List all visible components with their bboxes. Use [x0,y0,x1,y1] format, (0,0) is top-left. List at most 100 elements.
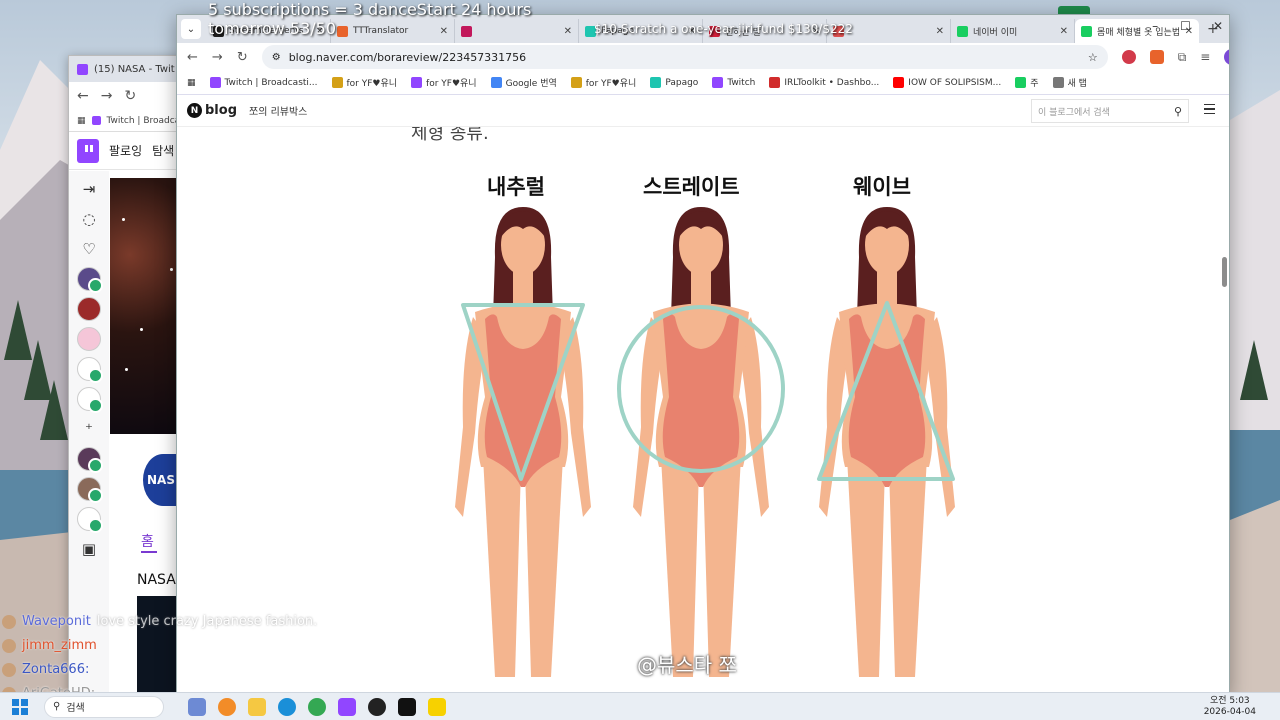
video-camera-icon[interactable]: ▣ [77,537,101,561]
bookmark-label: Twitch | Broadcasti... [224,77,318,88]
profile-avatar[interactable]: Y [1224,49,1229,65]
bookmark-star-icon[interactable]: ☆ [1088,51,1098,64]
tab-close-icon[interactable]: ✕ [1060,26,1068,37]
back-arrow-icon[interactable]: ← [77,88,89,104]
bookmark-item[interactable]: for YF♥유니 [411,76,477,89]
app-icon[interactable] [398,697,416,716]
page-scrollbar[interactable] [1222,257,1227,287]
channel-avatar[interactable] [77,297,101,321]
channel-avatar[interactable] [77,327,101,351]
obs-icon[interactable] [368,697,386,716]
extension-icon[interactable] [1121,50,1136,64]
back-bookmark-label[interactable]: Twitch | Broadca [107,116,181,126]
tab-favicon-icon [957,25,968,37]
system-clock[interactable]: 오전 5:03 2026-04-04 [1204,696,1256,718]
bookmark-label: for YF♥유니 [426,79,477,89]
tab-close-icon[interactable]: ✕ [564,26,572,37]
channel-avatar[interactable] [77,357,103,383]
taskbar: ⚲ 검색 오전 5:03 2026-04-04 [0,692,1280,720]
collapse-sidebar-icon[interactable]: ⇥ [77,177,101,201]
bookmark-item[interactable]: for YF♥유니 [331,76,398,89]
taskbar-search[interactable]: ⚲ 검색 [44,695,164,718]
apps-grid-icon[interactable]: ▦ [187,78,196,88]
bookmark-label: 새 탭 [1067,79,1087,89]
nav-browse[interactable]: 탐색 [152,142,174,159]
clock-date: 2026-04-04 [1203,707,1256,717]
tab-close-icon[interactable]: ✕ [936,26,944,37]
add-friend-icon[interactable]: ⁺ [77,417,101,441]
url-text[interactable]: blog.naver.com/borareview/223457331756 [289,51,527,64]
bookmark-label: Twitch [727,77,756,88]
recommended-icon[interactable]: ◌ [77,207,101,231]
blog-search-input[interactable]: 이 블로그에서 검색 ⚲ [1031,99,1189,123]
tab-search-button[interactable]: ⌄ [181,19,201,39]
twitch-logo-icon[interactable] [77,138,99,163]
bookmark-item[interactable]: Papago [650,77,698,88]
forward-arrow-icon[interactable]: → [212,50,223,65]
media-controls-icon[interactable]: ≡ [1200,50,1210,64]
body-figure-natural [455,207,591,677]
bookmark-item[interactable]: for YF♥유니 [570,76,636,89]
extensions-area: ⧉ ≡ Y ⋮ [1121,49,1229,65]
nav-following[interactable]: 팔로잉 [109,142,142,159]
image-watermark: @뷰스타 쪼 [637,653,737,677]
twitch-bookmark-icon [91,116,101,125]
channel-avatar[interactable] [77,477,103,503]
bookmark-favicon-icon [769,77,781,88]
channel-avatar[interactable] [77,267,103,293]
main-browser-window[interactable]: ⌄ StreamElements ✕ TTTranslator ✕ ✕ Papago ✕ 전하… [176,14,1230,696]
chrome-icon[interactable] [308,697,326,716]
kakaotalk-icon[interactable] [428,697,446,716]
chat-username: jimm_zimm [22,638,97,653]
bookmark-item[interactable]: 주 [1015,76,1039,89]
apps-grid-icon[interactable]: ▦ [77,116,86,126]
cut-off-text: 체형 종류. [411,127,489,144]
back-arrow-icon[interactable]: ← [187,50,198,65]
reload-icon[interactable]: ↻ [124,88,136,104]
channel-avatar[interactable] [77,447,103,473]
subscription-text: 5 subscriptions = 3 danceStart 24 hours [208,0,532,19]
search-icon[interactable]: ⚲ [1174,105,1182,118]
bookmark-item[interactable]: Twitch [712,77,755,88]
address-bar[interactable]: ⚙ blog.naver.com/borareview/223457331756… [261,45,1108,69]
maximize-icon[interactable]: ☐ [1180,19,1191,33]
tab[interactable]: 네이버 이미 ✕ [951,19,1075,43]
bookmarks-bar: ▦ Twitch | Broadcasti... for YF♥유니 for YF♥… [177,71,1229,95]
bookmark-label: Papago [665,77,699,88]
bookmark-favicon-icon [411,77,423,88]
bookmark-label: for YF♥유니 [346,79,398,89]
blog-name[interactable]: 쪼의 리뷰박스 [249,103,307,118]
bookmark-item[interactable]: Google 번역 [490,76,557,89]
naver-blog-logo[interactable]: N blog [187,103,237,118]
search-app-icon[interactable] [218,697,236,716]
channel-avatar[interactable] [77,507,103,533]
channel-tab-home[interactable]: 홈 [141,531,154,551]
bookmark-item[interactable]: IOW OF SOLIPSISM... [893,77,1001,88]
channel-avatar[interactable] [77,387,103,413]
minimize-icon[interactable]: – [1152,19,1158,33]
active-tab-indicator [141,551,157,553]
extension-icon[interactable] [1149,50,1164,64]
bookmark-favicon-icon [209,77,221,88]
close-window-icon[interactable]: ✕ [1213,19,1223,33]
copilot-icon[interactable] [188,697,206,716]
bookmark-label: Google 번역 [505,79,557,89]
puzzle-extensions-icon[interactable]: ⧉ [1178,50,1187,65]
browser-toolbar: ← → ↻ ⚙ blog.naver.com/borareview/223457… [177,43,1229,71]
twitch-app-icon[interactable] [338,697,356,716]
site-info-icon[interactable]: ⚙ [272,52,281,63]
bookmark-item[interactable]: Twitch | Broadcasti... [209,77,318,88]
bookmark-item[interactable]: 새 탭 [1052,76,1087,89]
windows-start-icon[interactable] [12,698,28,715]
file-explorer-icon[interactable] [248,697,266,716]
edge-icon[interactable] [278,697,296,716]
body-type-label-straight: 스트레이트 [643,175,740,199]
blog-post-content: 체형 종류. 내추럴 스트레이트 웨이브 @뷰스타 쪼 [177,127,1229,683]
heart-icon[interactable]: ♡ [77,237,101,261]
hamburger-menu-icon[interactable] [1204,104,1215,114]
reload-icon[interactable]: ↻ [237,50,248,65]
bookmark-favicon-icon [893,77,905,88]
channel-title: NASA [137,572,176,588]
forward-arrow-icon[interactable]: → [101,88,113,104]
bookmark-item[interactable]: IRLToolkit • Dashbo... [769,77,879,88]
